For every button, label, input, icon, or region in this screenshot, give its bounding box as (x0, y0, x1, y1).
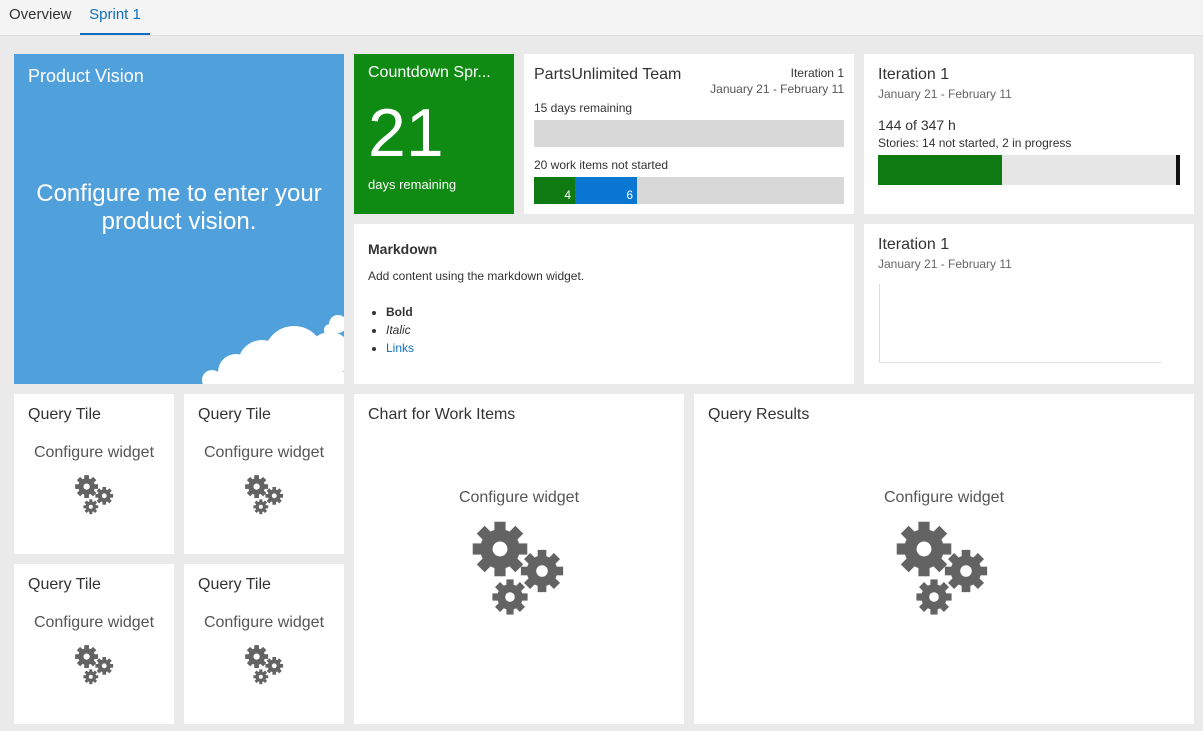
markdown-link[interactable]: Links (386, 341, 414, 355)
widget-title: Query Tile (28, 576, 101, 593)
not-started-segment: 4 (534, 177, 575, 204)
gears-icon (894, 519, 994, 619)
list-item: Italic (386, 321, 414, 339)
team-name: PartsUnlimited Team (534, 66, 682, 83)
configure-widget-text[interactable]: Configure widget (354, 489, 684, 507)
widget-title: Chart for Work Items (368, 406, 516, 423)
widget-title: Query Tile (28, 406, 101, 423)
iteration-chart-widget[interactable]: Iteration 1 January 21 - February 11 (864, 224, 1194, 384)
widget-title: Query Results (708, 406, 810, 423)
widget-title: Countdown Spr... (368, 64, 491, 81)
query-tile-widget[interactable]: Query Tile Configure widget (184, 394, 344, 554)
italic-text: Italic (386, 323, 411, 337)
query-tile-widget[interactable]: Query Tile Configure widget (184, 564, 344, 724)
clouds-icon (202, 315, 344, 384)
work-items-label: 20 work items not started (534, 158, 669, 172)
widget-title: Iteration 1 (878, 236, 950, 253)
gears-icon (74, 644, 116, 686)
query-tile-widget[interactable]: Query Tile Configure widget (14, 394, 174, 554)
widget-title: Iteration 1 (878, 66, 950, 83)
days-remaining-label: 15 days remaining (534, 101, 633, 115)
hours-summary: 144 of 347 h (878, 117, 956, 133)
tab-overview[interactable]: Overview (0, 0, 81, 35)
hours-progress-marker (1176, 155, 1180, 185)
configure-widget-text[interactable]: Configure widget (14, 614, 174, 632)
configure-widget-text[interactable]: Configure widget (184, 614, 344, 632)
countdown-number: 21 (368, 95, 444, 171)
iteration-dates: January 21 - February 11 (710, 82, 844, 96)
tab-sprint-1[interactable]: Sprint 1 (80, 0, 150, 35)
gears-icon (470, 519, 570, 619)
days-progress-bar (534, 120, 844, 147)
dashboard-tabbar: Overview Sprint 1 (0, 0, 1203, 36)
hours-progress-fill (878, 155, 1002, 185)
gears-icon (244, 644, 286, 686)
widget-title: Markdown (368, 241, 438, 257)
in-progress-segment: 6 (575, 177, 637, 204)
query-tile-widget[interactable]: Query Tile Configure widget (14, 564, 174, 724)
stories-summary: Stories: 14 not started, 2 in progress (878, 136, 1072, 150)
markdown-text: Add content using the markdown widget. (368, 269, 585, 283)
iteration-dates: January 21 - February 11 (878, 257, 1012, 271)
gears-icon (74, 474, 116, 516)
iteration-dates: January 21 - February 11 (878, 87, 1012, 101)
countdown-label: days remaining (368, 177, 457, 192)
product-vision-widget[interactable]: Product Vision Configure me to enter you… (14, 54, 344, 384)
widget-title: Query Tile (198, 576, 271, 593)
query-results-widget[interactable]: Query Results Configure widget (694, 394, 1194, 724)
countdown-widget[interactable]: Countdown Spr... 21 days remaining (354, 54, 514, 214)
widget-title: Product Vision (28, 66, 144, 86)
chart-for-work-items-widget[interactable]: Chart for Work Items Configure widget (354, 394, 684, 724)
configure-widget-text[interactable]: Configure widget (184, 444, 344, 462)
iteration-name: Iteration 1 (790, 66, 844, 80)
markdown-widget[interactable]: Markdown Add content using the markdown … (354, 224, 854, 384)
gears-icon (244, 474, 286, 516)
markdown-list: Bold Italic Links (386, 303, 414, 357)
list-item: Bold (386, 303, 414, 321)
sprint-overview-widget[interactable]: PartsUnlimited Team Iteration 1 January … (524, 54, 854, 214)
configure-widget-text[interactable]: Configure widget (14, 444, 174, 462)
configure-widget-text[interactable]: Configure widget (694, 489, 1194, 507)
widget-title: Query Tile (198, 406, 271, 423)
work-items-bar: 4 6 (534, 177, 844, 204)
chart-area (879, 284, 1161, 363)
vision-message: Configure me to enter your product visio… (36, 180, 322, 235)
hours-progress-bar (878, 155, 1180, 185)
iteration-summary-widget[interactable]: Iteration 1 January 21 - February 11 144… (864, 54, 1194, 214)
list-item: Links (386, 339, 414, 357)
bold-text: Bold (386, 305, 413, 319)
